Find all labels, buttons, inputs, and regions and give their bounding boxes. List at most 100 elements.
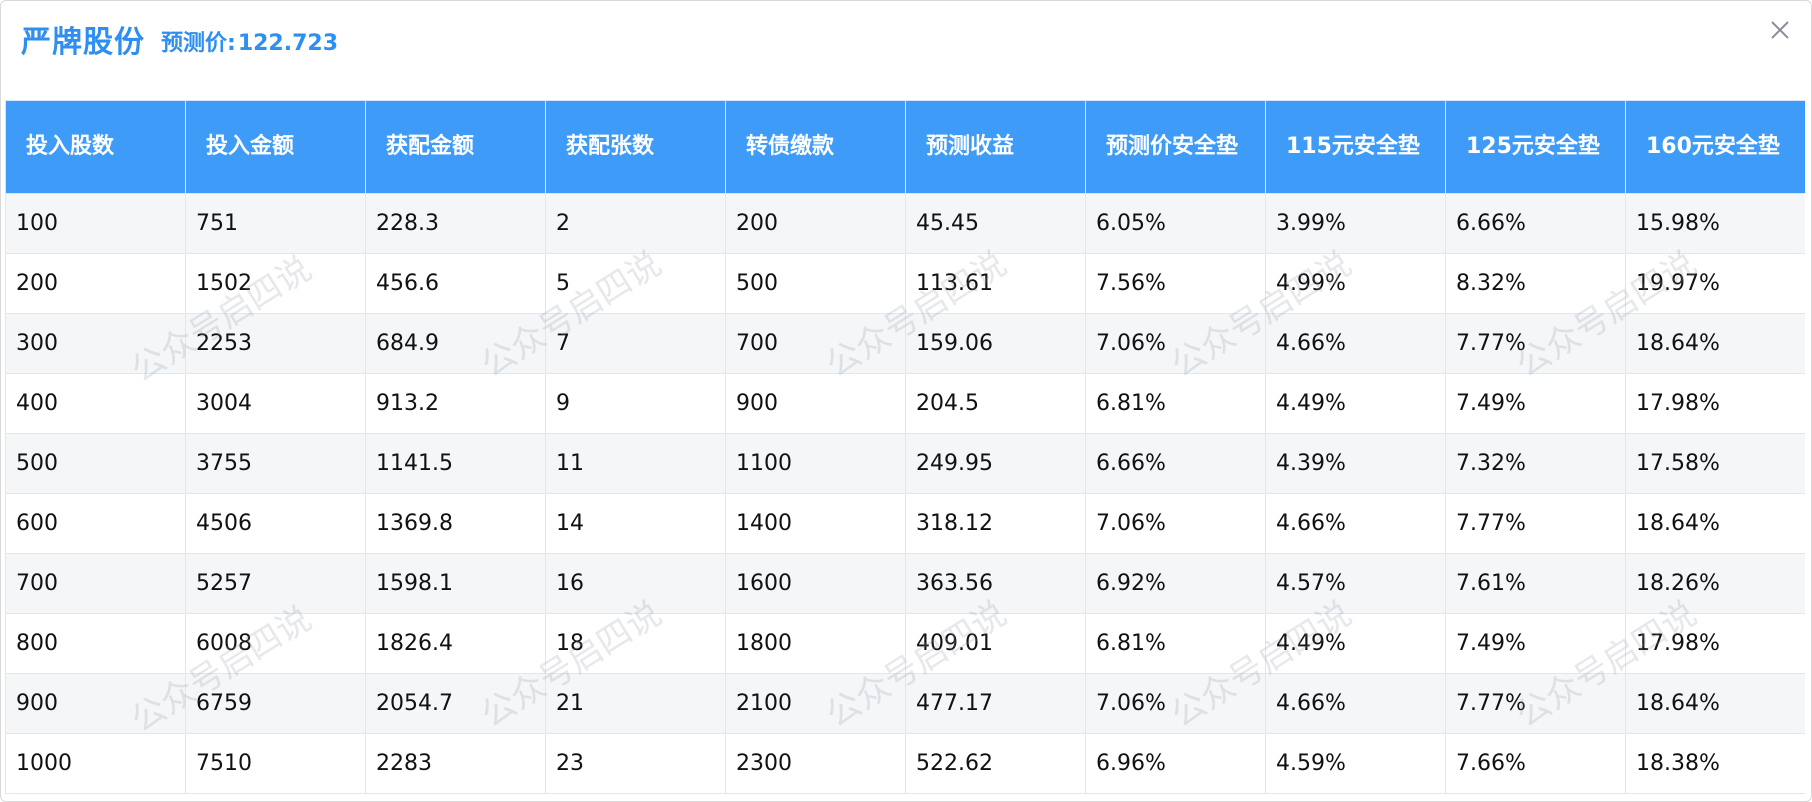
table-cell: 6.66% xyxy=(1445,193,1626,254)
table-cell: 913.2 xyxy=(365,373,546,434)
table-cell: 9 xyxy=(545,373,726,434)
table-cell: 16 xyxy=(545,553,726,614)
table-cell: 249.95 xyxy=(905,433,1086,494)
predicted-price: 预测价:122.723 xyxy=(161,25,338,57)
column-header: 预测收益 xyxy=(905,100,1086,194)
table-cell: 19.97% xyxy=(1625,253,1805,314)
table-cell: 7.49% xyxy=(1445,373,1626,434)
table-cell: 17.98% xyxy=(1625,373,1805,434)
table-cell: 6.05% xyxy=(1085,193,1266,254)
table-cell: 700 xyxy=(725,313,906,374)
table-cell: 477.17 xyxy=(905,673,1086,734)
table-cell: 18.64% xyxy=(1625,493,1805,554)
allocation-table-container: 投入股数 投入金额 获配金额 获配张数 转债缴款 预测收益 预测价安全垫 115元安全垫 125… xyxy=(5,100,1805,800)
table-cell: 1100 xyxy=(725,433,906,494)
table-cell: 4.66% xyxy=(1265,313,1446,374)
table-cell: 4.99% xyxy=(1265,253,1446,314)
table-cell: 7.77% xyxy=(1445,493,1626,554)
table-cell: 18.38% xyxy=(1625,733,1805,794)
table-cell: 600 xyxy=(5,493,186,554)
table-header-row: 投入股数 投入金额 获配金额 获配张数 转债缴款 预测收益 预测价安全垫 115元安全垫 125… xyxy=(5,100,1805,194)
table-cell: 100 xyxy=(5,193,186,254)
table-cell: 500 xyxy=(725,253,906,314)
table-cell: 2 xyxy=(545,193,726,254)
column-header: 160元安全垫 xyxy=(1625,100,1805,194)
table-cell: 751 xyxy=(185,193,366,254)
table-row: 300 2253 684.9 7 700 159.06 7.06% 4.66% 7.77% 18.… xyxy=(5,313,1805,374)
table-cell: 900 xyxy=(725,373,906,434)
table-cell: 3.99% xyxy=(1265,193,1446,254)
table-cell: 318.12 xyxy=(905,493,1086,554)
table-cell: 15.98% xyxy=(1625,193,1805,254)
table-cell: 5 xyxy=(545,253,726,314)
table-row: 700 5257 1598.1 16 1600 363.56 6.92% 4.57% 7.61%… xyxy=(5,553,1805,614)
table-row: 600 4506 1369.8 14 1400 318.12 7.06% 4.66% 7.77%… xyxy=(5,493,1805,554)
table-cell: 684.9 xyxy=(365,313,546,374)
table-cell: 1400 xyxy=(725,493,906,554)
table-cell: 4.66% xyxy=(1265,673,1446,734)
table-cell: 4.66% xyxy=(1265,493,1446,554)
table-cell: 228.3 xyxy=(365,193,546,254)
predicted-price-label: 预测价: xyxy=(161,31,236,56)
table-cell: 7.49% xyxy=(1445,613,1626,674)
table-cell: 21 xyxy=(545,673,726,734)
table-row: 500 3755 1141.5 11 1100 249.95 6.66% 4.39% 7.32%… xyxy=(5,433,1805,494)
table-cell: 1826.4 xyxy=(365,613,546,674)
close-button[interactable] xyxy=(1765,15,1795,45)
table-cell: 6.92% xyxy=(1085,553,1266,614)
table-cell: 204.5 xyxy=(905,373,1086,434)
table-cell: 7.06% xyxy=(1085,493,1266,554)
column-header: 投入金额 xyxy=(185,100,366,194)
table-cell: 18 xyxy=(545,613,726,674)
table-cell: 45.45 xyxy=(905,193,1086,254)
column-header: 预测价安全垫 xyxy=(1085,100,1266,194)
table-cell: 1600 xyxy=(725,553,906,614)
table-cell: 700 xyxy=(5,553,186,614)
column-header: 投入股数 xyxy=(5,100,186,194)
table-cell: 400 xyxy=(5,373,186,434)
table-cell: 1141.5 xyxy=(365,433,546,494)
table-cell: 7.06% xyxy=(1085,673,1266,734)
table-cell: 2100 xyxy=(725,673,906,734)
table-cell: 1369.8 xyxy=(365,493,546,554)
table-cell: 2300 xyxy=(725,733,906,794)
table-cell: 4.59% xyxy=(1265,733,1446,794)
table-cell: 7510 xyxy=(185,733,366,794)
table-cell: 500 xyxy=(5,433,186,494)
table-cell: 7.61% xyxy=(1445,553,1626,614)
table-cell: 7 xyxy=(545,313,726,374)
allocation-table: 投入股数 投入金额 获配金额 获配张数 转债缴款 预测收益 预测价安全垫 115元安全垫 125… xyxy=(5,100,1805,794)
table-cell: 4.49% xyxy=(1265,373,1446,434)
table-cell: 23 xyxy=(545,733,726,794)
table-cell: 1000 xyxy=(5,733,186,794)
table-cell: 456.6 xyxy=(365,253,546,314)
table-cell: 409.01 xyxy=(905,613,1086,674)
table-cell: 1800 xyxy=(725,613,906,674)
table-cell: 900 xyxy=(5,673,186,734)
table-cell: 7.66% xyxy=(1445,733,1626,794)
table-cell: 200 xyxy=(725,193,906,254)
table-cell: 6.96% xyxy=(1085,733,1266,794)
table-cell: 2283 xyxy=(365,733,546,794)
table-cell: 8.32% xyxy=(1445,253,1626,314)
table-cell: 200 xyxy=(5,253,186,314)
table-cell: 6.81% xyxy=(1085,613,1266,674)
table-cell: 14 xyxy=(545,493,726,554)
table-cell: 2253 xyxy=(185,313,366,374)
table-cell: 6008 xyxy=(185,613,366,674)
column-header: 115元安全垫 xyxy=(1265,100,1446,194)
table-cell: 522.62 xyxy=(905,733,1086,794)
table-row: 1000 7510 2283 23 2300 522.62 6.96% 4.59% 7.66% 1… xyxy=(5,733,1805,794)
table-row: 200 1502 456.6 5 500 113.61 7.56% 4.99% 8.32% 19.… xyxy=(5,253,1805,314)
table-cell: 4.49% xyxy=(1265,613,1446,674)
close-icon xyxy=(1771,21,1789,39)
dialog-header: 严牌股份 预测价:122.723 xyxy=(1,1,1811,79)
table-cell: 363.56 xyxy=(905,553,1086,614)
table-cell: 300 xyxy=(5,313,186,374)
table-cell: 6.81% xyxy=(1085,373,1266,434)
table-cell: 800 xyxy=(5,613,186,674)
table-cell: 7.56% xyxy=(1085,253,1266,314)
table-cell: 18.64% xyxy=(1625,313,1805,374)
table-cell: 7.06% xyxy=(1085,313,1266,374)
table-cell: 5257 xyxy=(185,553,366,614)
